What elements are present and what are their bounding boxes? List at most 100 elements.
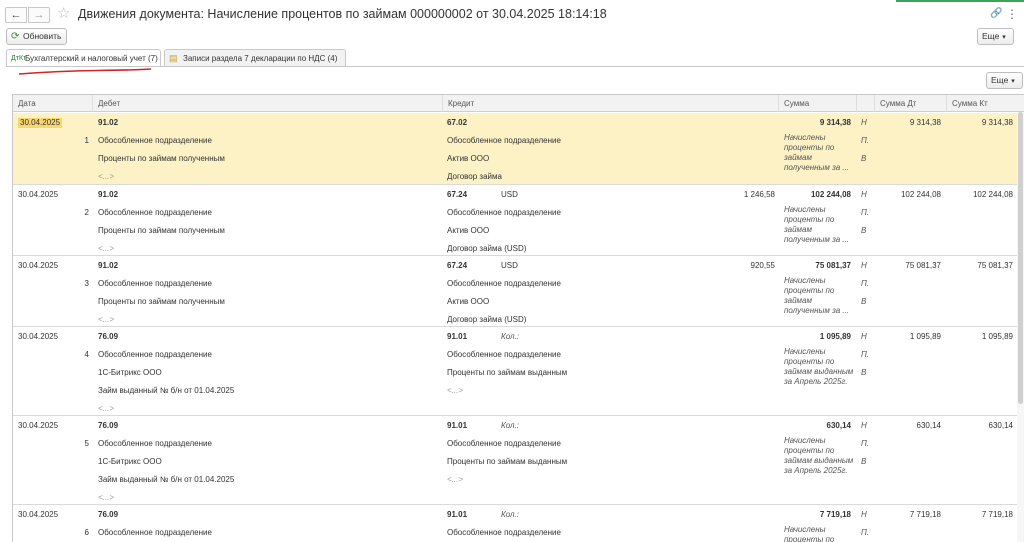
row-date: 30.04.2025 xyxy=(18,332,59,341)
row-flag-n: Н xyxy=(861,190,867,199)
col-credit[interactable]: Кредит xyxy=(443,95,779,112)
toolbar: ⟳ Обновить Еще ▾ xyxy=(0,27,1024,47)
credit-subconto-1: Обособленное подразделение xyxy=(447,350,561,359)
credit-account: 91.01 xyxy=(447,332,468,341)
table-row[interactable]: 30.04.2025 4 76.09 Обособленное подразделен… xyxy=(13,327,1024,416)
debit-account: 76.09 xyxy=(98,332,119,341)
star-icon[interactable]: ☆ xyxy=(57,5,70,23)
debit-credit-icon: ДтКт xyxy=(11,55,27,62)
col-sum-kt[interactable]: Сумма Кт xyxy=(947,95,1024,112)
row-flag-v: В xyxy=(861,368,867,377)
debit-subconto-2: 1С-Битрикс ООО xyxy=(98,457,162,466)
debit-subconto-1: Обособленное подразделение xyxy=(98,208,212,217)
more-vertical-icon[interactable]: ⋮ xyxy=(1006,6,1018,22)
col-debit[interactable]: Дебет xyxy=(93,95,443,112)
debit-subconto-1: Обособленное подразделение xyxy=(98,439,212,448)
row-flag-p: П. xyxy=(861,136,870,145)
credit-account: 67.24 xyxy=(447,190,468,199)
row-sum-kt: 9 314,38 xyxy=(981,118,1013,127)
credit-subconto-2: Актив ООО xyxy=(447,297,490,306)
credit-subconto-1: Обособленное подразделение xyxy=(447,279,561,288)
debit-subconto-3: <...> xyxy=(98,244,115,253)
col-sum[interactable]: Сумма xyxy=(779,95,857,112)
debit-account: 91.02 xyxy=(98,261,119,270)
row-content: Начислены проценты по займам полученным … xyxy=(784,133,850,172)
col-flags[interactable] xyxy=(857,95,875,112)
debit-account: 76.09 xyxy=(98,421,119,430)
row-number: 2 xyxy=(84,208,89,217)
credit-subconto-3: <...> xyxy=(447,386,464,395)
row-date: 30.04.2025 xyxy=(18,510,59,519)
vertical-scrollbar[interactable] xyxy=(1017,112,1024,542)
more-button[interactable]: Еще ▾ xyxy=(977,28,1014,45)
accent-line xyxy=(896,0,1024,2)
debit-subconto-3: <...> xyxy=(98,315,115,324)
credit-currency: Кол.: xyxy=(501,332,519,341)
credit-subconto-2: Актив ООО xyxy=(447,154,490,163)
row-flag-v: В xyxy=(861,297,867,306)
link-icon[interactable]: 🔗 xyxy=(990,6,1002,22)
table-row[interactable]: 30.04.2025 5 76.09 Обособленное подразделен… xyxy=(13,416,1024,505)
table-row[interactable]: 30.04.2025 1 91.02 Обособленное подразделен… xyxy=(13,113,1024,185)
credit-subconto-3: <...> xyxy=(447,475,464,484)
row-flag-v: В xyxy=(861,457,867,466)
row-flag-n: Н xyxy=(861,510,867,519)
row-flag-p: П. xyxy=(861,208,870,217)
debit-subconto-1: Обособленное подразделение xyxy=(98,350,212,359)
row-flag-v: В xyxy=(861,226,867,235)
row-sum-dt: 102 244,08 xyxy=(900,190,941,199)
row-flag-n: Н xyxy=(861,332,867,341)
credit-subconto-2: Проценты по займам выданным xyxy=(447,457,568,466)
credit-account: 91.01 xyxy=(447,510,468,519)
table-row[interactable]: 30.04.2025 3 91.02 Обособленное подразделен… xyxy=(13,256,1024,327)
row-flag-n: Н xyxy=(861,118,867,127)
title-bar: ← → ☆ Движения документа: Начисление про… xyxy=(0,0,1024,30)
debit-subconto-1: Обособленное подразделение xyxy=(98,136,212,145)
row-sum: 75 081,37 xyxy=(815,261,851,270)
forward-arrow-icon[interactable]: → xyxy=(28,7,50,23)
row-sum-dt: 630,14 xyxy=(916,421,941,430)
row-sum-kt: 630,14 xyxy=(988,421,1013,430)
row-number: 4 xyxy=(84,350,89,359)
col-sum-dt[interactable]: Сумма Дт xyxy=(875,95,947,112)
row-content: Начислены проценты по xyxy=(784,525,835,542)
debit-subconto-3: Займ выданный № б/н от 01.04.2025 xyxy=(98,386,235,395)
tab-accounting-label: Бухгалтерский и налоговый учет (7) xyxy=(25,54,158,63)
col-date[interactable]: Дата xyxy=(13,95,93,112)
register-icon: ▤ xyxy=(169,53,178,63)
row-flag-v: В xyxy=(861,154,867,163)
row-sum-kt: 7 719,18 xyxy=(981,510,1013,519)
credit-subconto-1: Обособленное подразделение xyxy=(447,208,561,217)
table-row[interactable]: 30.04.2025 6 76.09 Обособленное подразделен… xyxy=(13,505,1024,542)
credit-currency: USD xyxy=(501,190,518,199)
row-sum-dt: 9 314,38 xyxy=(909,118,941,127)
row-content: Начислены проценты по займам выданным за… xyxy=(784,347,854,386)
tab-divider xyxy=(6,66,1024,67)
entries-table: Дата Дебет Кредит Сумма Сумма Дт Сумма К… xyxy=(12,94,1024,542)
row-number: 5 xyxy=(84,439,89,448)
chevron-down-icon: ▾ xyxy=(1011,78,1015,85)
debit-subconto-1: Обособленное подразделение xyxy=(98,279,212,288)
row-sum-kt: 1 095,89 xyxy=(981,332,1013,341)
more-label: Еще xyxy=(982,31,1000,41)
debit-account: 91.02 xyxy=(98,118,119,127)
table-more-label: Еще xyxy=(991,75,1009,85)
row-sum-dt: 7 719,18 xyxy=(909,510,941,519)
row-sum: 9 314,38 xyxy=(819,118,851,127)
row-sum: 1 095,89 xyxy=(819,332,851,341)
back-arrow-icon[interactable]: ← xyxy=(5,7,27,23)
credit-currency: Кол.: xyxy=(501,510,519,519)
scrollbar-thumb[interactable] xyxy=(1018,112,1023,404)
debit-subconto-3: <...> xyxy=(98,172,115,181)
debit-subconto-2: 1С-Битрикс ООО xyxy=(98,368,162,377)
refresh-button[interactable]: ⟳ Обновить xyxy=(6,28,67,45)
tab-vat-section7[interactable]: ▤ Записи раздела 7 декларации по НДС (4) xyxy=(164,49,346,67)
table-row[interactable]: 30.04.2025 2 91.02 Обособленное подразделен… xyxy=(13,185,1024,256)
tab-accounting[interactable]: ДтКт Бухгалтерский и налоговый учет (7) xyxy=(6,49,161,67)
credit-subconto-1: Обособленное подразделение xyxy=(447,136,561,145)
row-flag-p: П. xyxy=(861,279,870,288)
credit-subconto-3: Договор займа (USD) xyxy=(447,244,527,253)
credit-subconto-1: Обособленное подразделение xyxy=(447,439,561,448)
credit-subconto-2: Проценты по займам выданным xyxy=(447,368,568,377)
table-more-button[interactable]: Еще ▾ xyxy=(986,72,1023,89)
